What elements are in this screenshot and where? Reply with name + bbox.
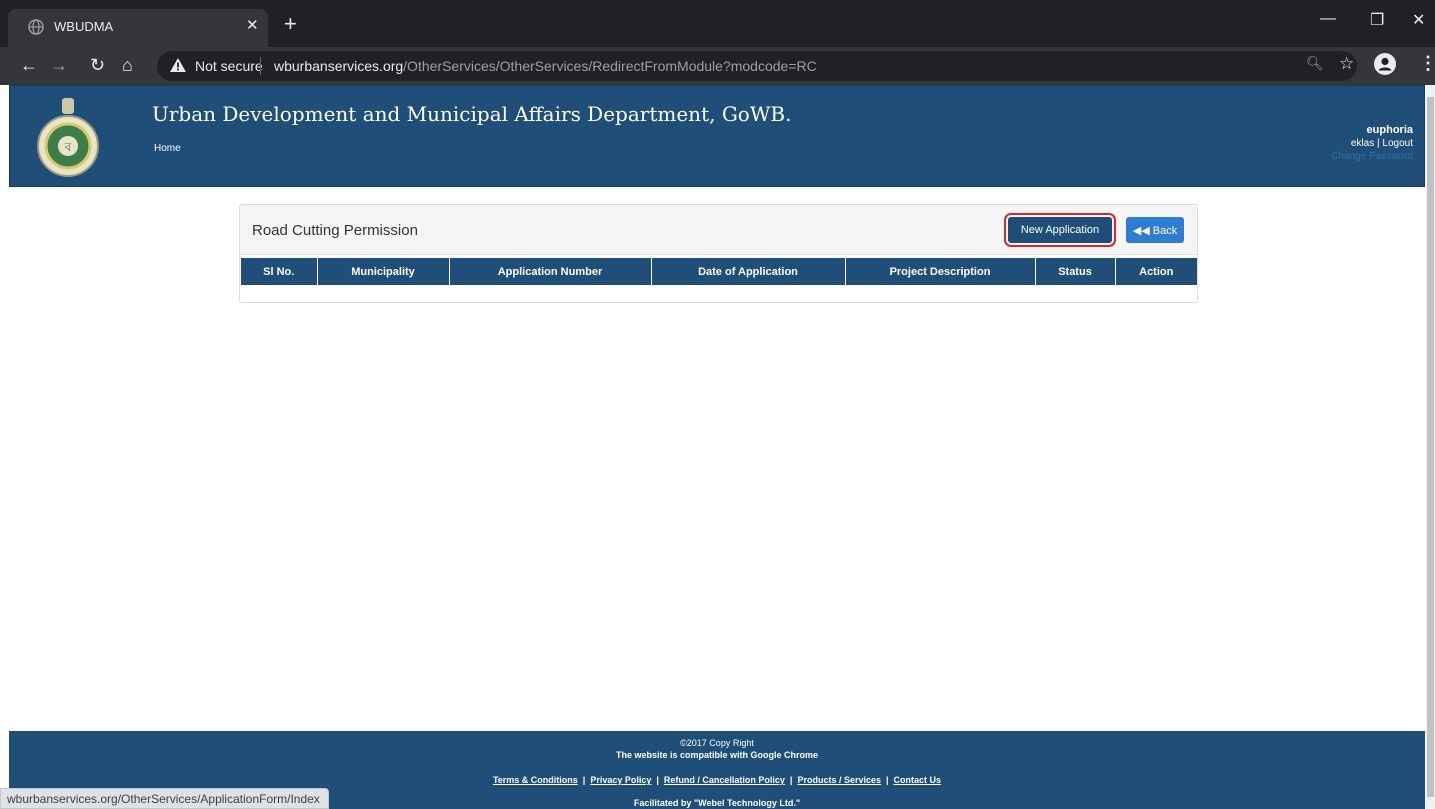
user-actions: eklas | Logout [1331, 137, 1413, 150]
panel-title: Road Cutting Permission [252, 222, 418, 239]
address-divider [260, 57, 261, 75]
new-tab-icon[interactable]: + [284, 13, 297, 35]
browser-toolbar: ← → ↻ ⌂ Not secure wburbanservices.org/O… [0, 47, 1435, 85]
column-header: Sl No. [241, 258, 317, 285]
warning-icon [170, 58, 186, 72]
column-header: Date of Application [650, 258, 845, 285]
not-secure-label: Not secure [195, 58, 263, 74]
footer-link-refund[interactable]: Refund / Cancellation Policy [664, 775, 785, 785]
footer-links: Terms & Conditions | Privacy Policy | Re… [492, 775, 942, 785]
footer-link-products[interactable]: Products / Services [797, 775, 881, 785]
column-header: Application Number [448, 258, 651, 285]
zoom-icon[interactable]: 🔍︎ [1306, 55, 1324, 72]
link-status-bubble: wburbanservices.org/OtherServices/Applic… [0, 788, 329, 809]
profile-avatar-icon[interactable] [1374, 53, 1396, 75]
column-header: Action [1114, 258, 1197, 285]
user-separator: | [1377, 138, 1380, 149]
reload-icon[interactable]: ↻ [90, 55, 105, 75]
logout-link[interactable]: Logout [1382, 138, 1413, 149]
tab-close-icon[interactable]: ✕ [246, 17, 259, 35]
road-cutting-panel: Road Cutting Permission New Application … [239, 204, 1198, 303]
page-scrollbar[interactable] [1426, 85, 1435, 809]
footer-link-contact[interactable]: Contact Us [894, 775, 942, 785]
user-id: eklas [1350, 138, 1375, 149]
globe-icon [28, 19, 44, 35]
site-header: ব Urban Development and Municipal Affair… [9, 85, 1425, 187]
back-arrow-icon[interactable]: ← [20, 55, 38, 75]
browser-tab[interactable]: WBUDMA ✕ [8, 9, 268, 47]
column-header: Municipality [316, 258, 449, 285]
url-text: wburbanservices.org/OtherServices/OtherS… [274, 58, 817, 74]
change-password-link[interactable]: Change Password [1331, 151, 1413, 162]
browser-tabstrip: WBUDMA ✕ + — ❐ ✕ [0, 0, 1435, 47]
new-application-button[interactable]: New Application [1004, 213, 1116, 247]
address-bar[interactable]: Not secure wburbanservices.org/OtherServ… [157, 51, 1357, 81]
nav-home-link[interactable]: Home [154, 143, 181, 154]
state-emblem-logo: ব [37, 98, 99, 177]
home-icon[interactable]: ⌂ [122, 55, 133, 75]
column-header: Project Description [844, 258, 1035, 285]
footer-link-terms[interactable]: Terms & Conditions [493, 775, 578, 785]
back-button[interactable]: ◀◀ Back [1126, 217, 1184, 243]
page-title: Urban Development and Municipal Affairs … [152, 102, 792, 126]
user-name: euphoria [1366, 124, 1413, 136]
copyright-text: ©2017 Copy Right [680, 738, 754, 748]
scrollbar-thumb[interactable] [1427, 97, 1434, 797]
url-domain: wburbanservices.org [274, 58, 404, 74]
svg-text:ব: ব [64, 140, 72, 154]
user-info: euphoria eklas | Logout Change Password [1331, 124, 1413, 163]
bookmark-star-icon[interactable]: ☆ [1339, 54, 1354, 74]
column-header: Status [1034, 258, 1115, 285]
browser-menu-icon[interactable]: ⋮ [1419, 53, 1435, 74]
compatibility-note: The website is compatible with Google Ch… [615, 750, 819, 760]
url-path: /OtherServices/OtherServices/RedirectFro… [403, 58, 817, 74]
restore-icon[interactable]: ❐ [1370, 10, 1384, 30]
table-header-row: Sl No. Municipality Application Number D… [241, 258, 1197, 285]
panel-header: Road Cutting Permission New Application … [240, 205, 1197, 255]
double-left-arrow-icon: ◀◀ [1132, 224, 1150, 237]
applications-table: Sl No. Municipality Application Number D… [241, 258, 1197, 285]
minimize-icon[interactable]: — [1320, 10, 1336, 28]
forward-arrow-icon[interactable]: → [50, 55, 68, 75]
close-window-icon[interactable]: ✕ [1412, 10, 1425, 30]
tab-title: WBUDMA [54, 19, 114, 34]
footer-link-privacy[interactable]: Privacy Policy [590, 775, 651, 785]
back-button-label: Back [1152, 224, 1178, 237]
